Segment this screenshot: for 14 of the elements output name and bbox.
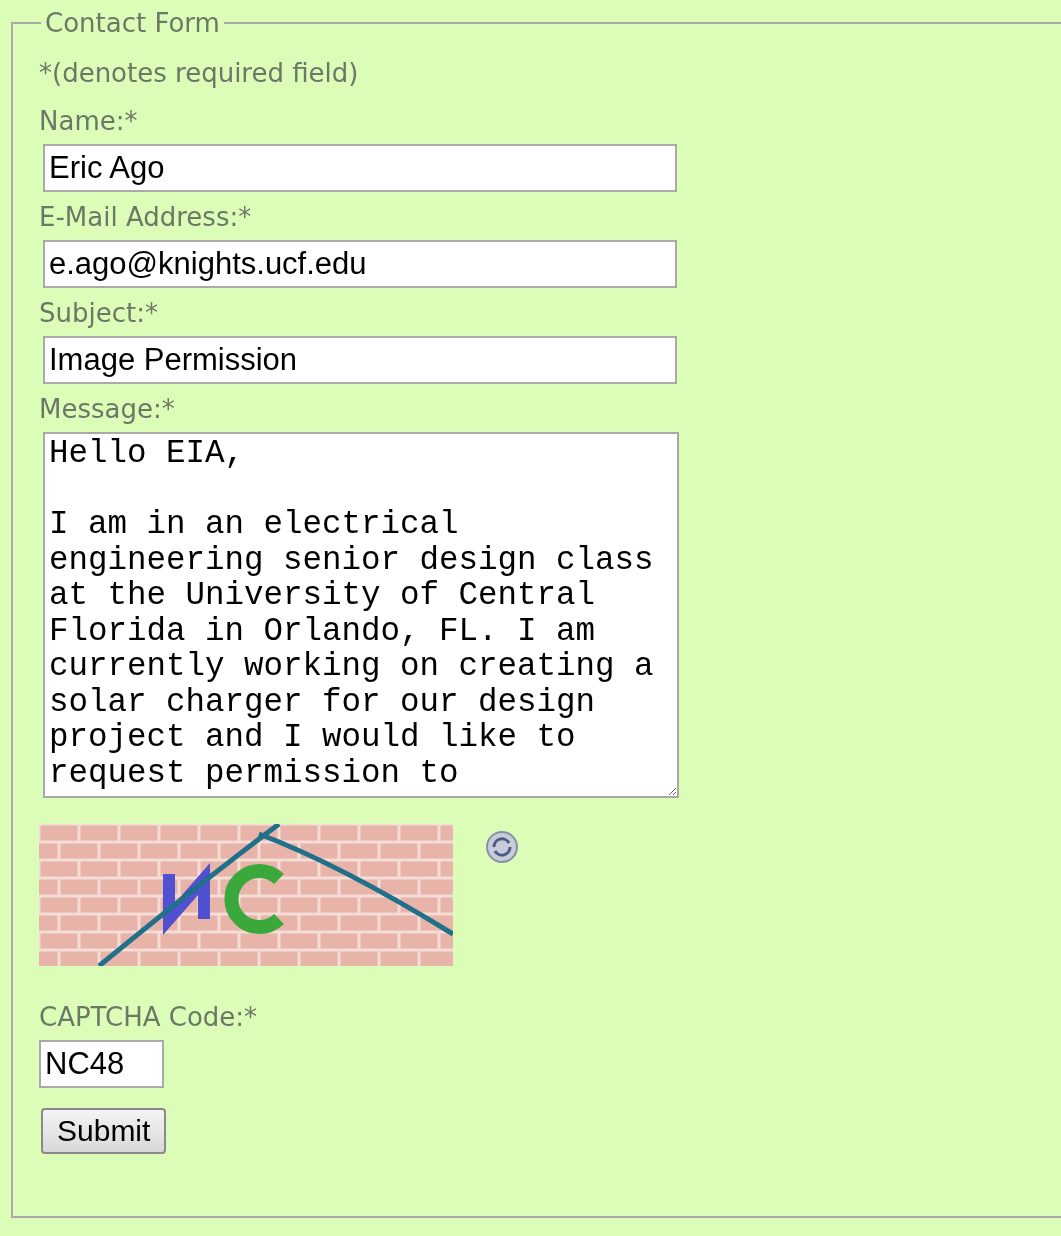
submit-button[interactable]: Submit xyxy=(41,1108,167,1154)
refresh-icon[interactable] xyxy=(485,830,519,864)
input-field[interactable]: e.ago@knights.ucf.edu xyxy=(43,240,677,288)
field-label: Name:* xyxy=(39,106,139,136)
form-legend: Contact Form xyxy=(41,8,224,38)
input-field[interactable]: Eric Ago xyxy=(43,144,677,192)
field-label: E-Mail Address:* xyxy=(39,202,253,232)
input-field[interactable]: Image Permission xyxy=(43,336,677,384)
field-label: Subject:* xyxy=(39,298,159,328)
message-field[interactable]: Hello EIA, I am in an electrical engineering senior design class at the University of Central Florida in Orlando, FL. I am currently working on creating a solar charger for our design project and I would like to request permission to xyxy=(43,432,679,798)
field-label: CAPTCHA Code:* xyxy=(39,1002,259,1032)
required-note: *(denotes required field) xyxy=(39,58,360,88)
field-label: Message:* xyxy=(39,394,176,424)
captcha-field[interactable]: NC48 xyxy=(39,1040,164,1088)
